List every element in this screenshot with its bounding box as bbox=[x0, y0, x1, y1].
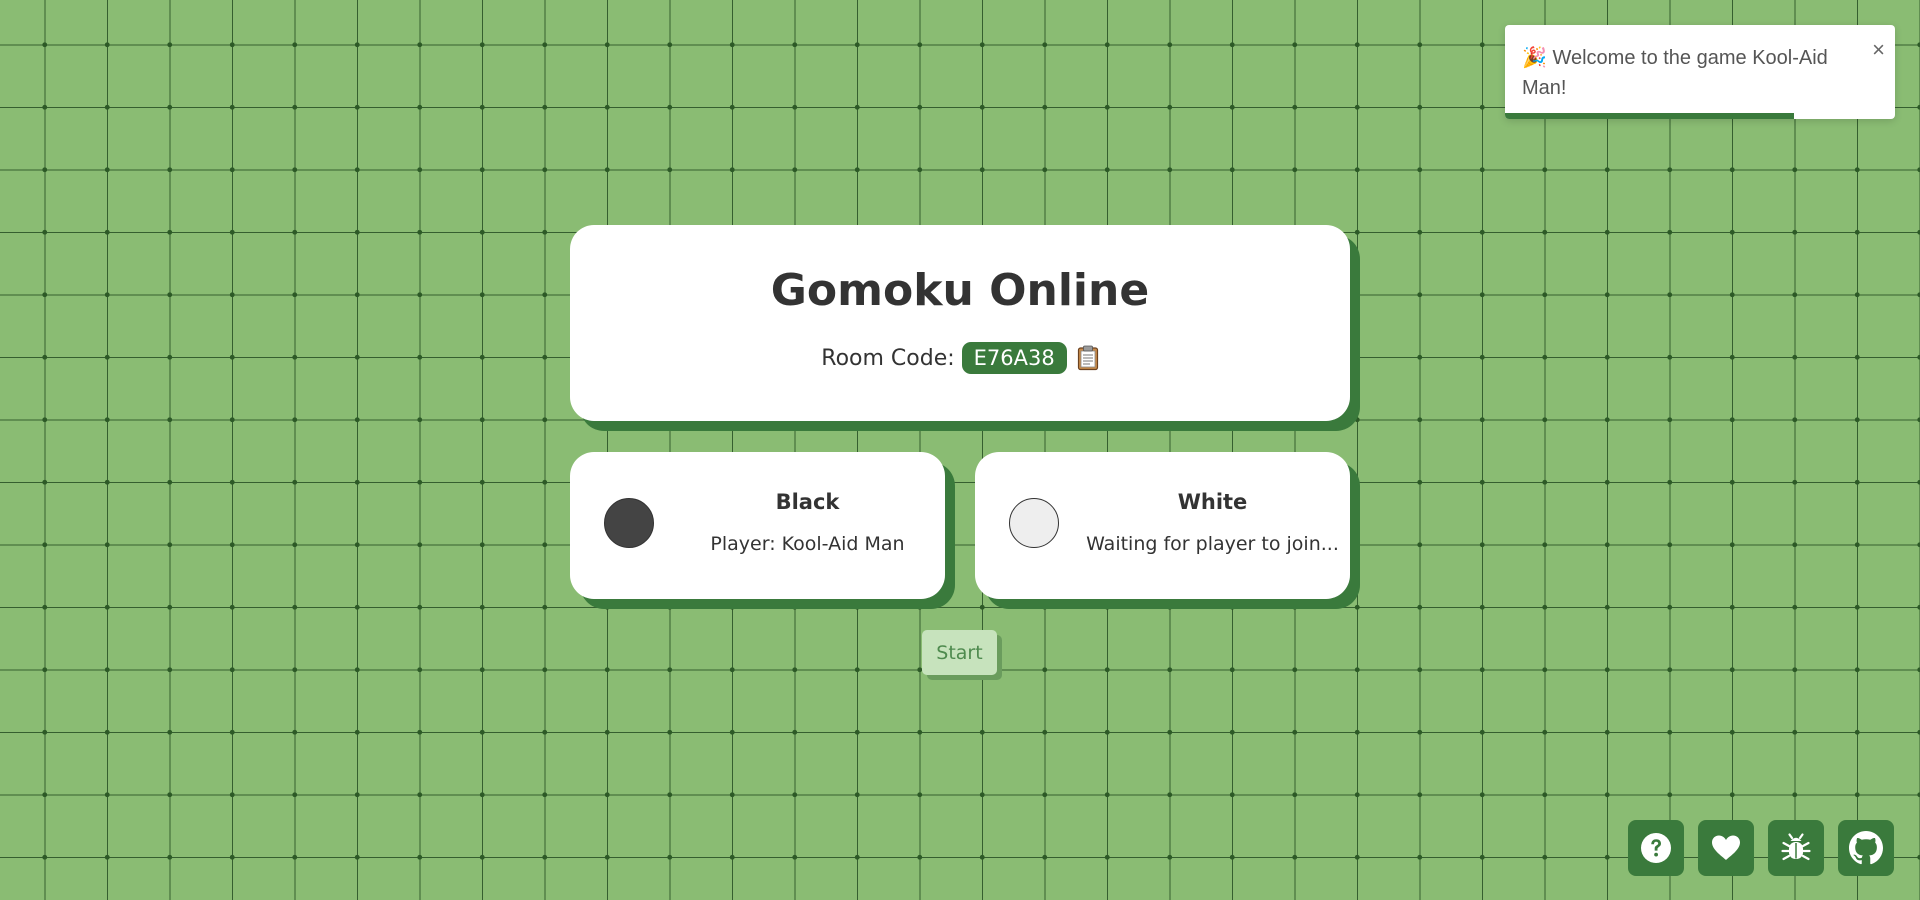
github-button[interactable] bbox=[1838, 820, 1894, 876]
github-icon bbox=[1849, 831, 1883, 865]
help-icon bbox=[1641, 833, 1671, 863]
toast-message-row: 🎉 Welcome to the game Kool-Aid Man! bbox=[1522, 43, 1842, 103]
support-button[interactable] bbox=[1698, 820, 1754, 876]
black-player-card: Black Player: Kool-Aid Man bbox=[570, 452, 945, 599]
player-status: Waiting for player to join... bbox=[1086, 533, 1339, 555]
white-player-card: White Waiting for player to join... bbox=[975, 452, 1350, 599]
help-button[interactable] bbox=[1628, 820, 1684, 876]
start-button[interactable]: Start bbox=[922, 630, 997, 675]
toast-message: Welcome to the game Kool-Aid Man! bbox=[1522, 47, 1828, 99]
bug-icon bbox=[1781, 833, 1811, 861]
clipboard-icon[interactable] bbox=[1077, 345, 1099, 371]
report-bug-button[interactable] bbox=[1768, 820, 1824, 876]
player-status: Player: Kool-Aid Man bbox=[710, 533, 905, 555]
welcome-toast: 🎉 Welcome to the game Kool-Aid Man! × bbox=[1505, 25, 1895, 119]
player-color-label: Black bbox=[775, 490, 840, 514]
toast-progress-bar bbox=[1505, 113, 1794, 119]
room-code-label: Room Code: bbox=[821, 345, 955, 371]
room-code-row: Room Code: E76A38 bbox=[570, 342, 1350, 374]
player-color-label: White bbox=[1177, 490, 1248, 514]
black-stone-icon bbox=[604, 498, 654, 548]
heart-icon bbox=[1712, 835, 1740, 860]
header-card: Gomoku Online Room Code: E76A38 bbox=[570, 225, 1350, 421]
room-code-badge: E76A38 bbox=[961, 342, 1067, 374]
party-popper-icon: 🎉 bbox=[1522, 47, 1547, 69]
close-icon[interactable]: × bbox=[1872, 37, 1885, 63]
white-stone-icon bbox=[1009, 498, 1059, 548]
page-title: Gomoku Online bbox=[770, 265, 1150, 316]
